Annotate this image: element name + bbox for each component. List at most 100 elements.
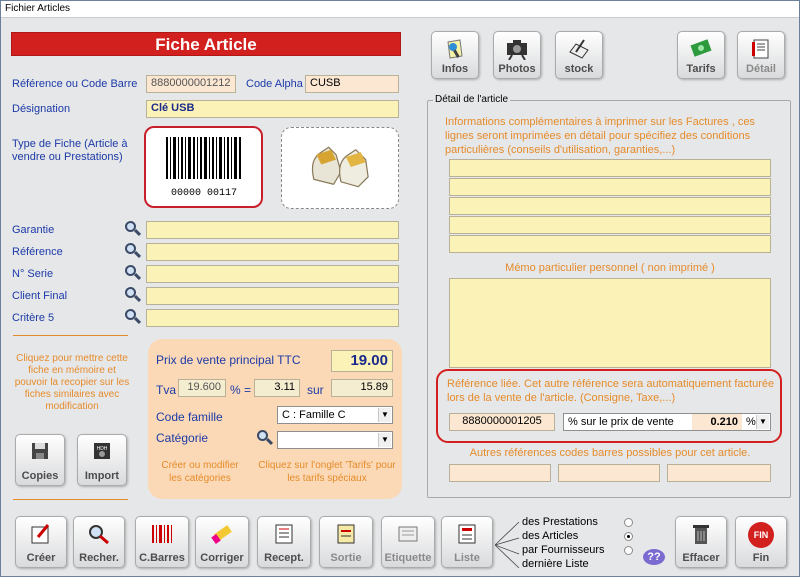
option-articles-radio[interactable] (624, 532, 633, 541)
chevron-down-icon[interactable]: ▼ (378, 433, 391, 447)
chevron-down-icon[interactable]: ▼ (756, 415, 769, 429)
fin-badge-text: FIN (753, 530, 769, 540)
fin-label: Fin (752, 552, 770, 564)
client-final-field[interactable] (146, 287, 399, 305)
tarifs-hint: Cliquez sur l'onglet 'Tarifs' pour les t… (258, 460, 396, 484)
other-barcodes-label: Autres références codes barres possibles… (469, 447, 751, 459)
create-icon (31, 524, 50, 544)
serie-field[interactable] (146, 265, 399, 283)
info-line-2[interactable] (449, 178, 771, 196)
label-icon (398, 526, 418, 542)
tarifs-label: Tarifs (686, 63, 716, 75)
linked-mode-select[interactable]: % sur le prix de vente 0.210 % ▼ (563, 413, 771, 431)
eraser-icon (211, 525, 232, 544)
price-value-field[interactable]: 19.00 (331, 350, 393, 372)
reference2-field[interactable] (146, 243, 399, 261)
corriger-button[interactable]: Corriger (195, 516, 249, 568)
help-icon[interactable]: ?? (643, 549, 665, 565)
recher-label: Recher. (79, 552, 119, 564)
categorie-label: Catégorie (156, 431, 209, 445)
other-barcode-3[interactable] (667, 464, 771, 482)
product-photo[interactable] (281, 127, 399, 209)
page-title-text: Fiche Article (155, 35, 257, 54)
import-button[interactable]: HDH Import (77, 434, 127, 486)
reception-icon (275, 524, 293, 544)
cbarres-button[interactable]: C.Barres (135, 516, 189, 568)
serie-label: N° Serie (12, 268, 54, 280)
garantie-label: Garantie (12, 224, 55, 236)
search-icon[interactable] (125, 265, 142, 281)
import-icon: HDH (94, 443, 110, 459)
search-icon[interactable] (125, 287, 142, 303)
search-icon[interactable] (125, 243, 142, 259)
search-icon (89, 525, 109, 545)
divider (13, 335, 128, 336)
other-barcode-1[interactable] (449, 464, 551, 482)
info-line-3[interactable] (449, 197, 771, 215)
recept-button[interactable]: Recept. (257, 516, 311, 568)
photos-button[interactable]: Photos (493, 31, 541, 79)
famille-select[interactable]: C : Famille C ▼ (277, 406, 393, 424)
sortie-label: Sortie (330, 552, 362, 564)
reference-label: Référence ou Code Barre (12, 78, 138, 90)
fin-button[interactable]: FIN Fin (735, 516, 787, 568)
reference-field[interactable]: 8880000001212 (146, 75, 236, 93)
search-icon[interactable] (257, 430, 274, 446)
tarifs-button[interactable]: Tarifs (677, 31, 725, 79)
option-prestations-label: des Prestations (522, 516, 598, 528)
creer-button[interactable]: Créer (15, 516, 67, 568)
liste-button[interactable]: Liste (441, 516, 493, 568)
ht-value-field[interactable]: 15.89 (331, 379, 393, 397)
tva-label: Tva (156, 383, 177, 397)
recher-button[interactable]: Recher. (73, 516, 125, 568)
exit-goods-icon (337, 524, 355, 544)
creer-label: Créer (26, 552, 56, 564)
client-final-label: Client Final (12, 290, 68, 302)
divider (13, 499, 128, 500)
barcode-icon (152, 525, 172, 543)
etiquette-button[interactable]: Etiquette (381, 516, 435, 568)
categorie-select[interactable]: ▼ (277, 431, 393, 449)
page-title: Fiche Article (11, 32, 401, 56)
info-line-1[interactable] (449, 159, 771, 177)
linked-value[interactable]: 0.210 (692, 414, 742, 430)
stock-button[interactable]: stock (555, 31, 603, 79)
info-line-4[interactable] (449, 216, 771, 234)
info-line-5[interactable] (449, 235, 771, 253)
famille-label: Code famille (156, 410, 223, 424)
barcode-type-selector[interactable]: 00000 00117 (144, 126, 263, 208)
effacer-button[interactable]: Effacer (675, 516, 727, 568)
option-fournisseurs-radio[interactable] (624, 546, 633, 555)
option-prestations-radio[interactable] (624, 518, 633, 527)
chevron-down-icon[interactable]: ▼ (378, 408, 391, 422)
code-alpha-label: Code Alpha (246, 78, 303, 90)
detail-button[interactable]: Détail (737, 31, 785, 79)
copies-button[interactable]: Copies (15, 434, 65, 486)
infos-icon (447, 39, 463, 59)
reference2-label: Référence (12, 246, 63, 258)
categories-hint[interactable]: Créer ou modifier les catégories (154, 459, 246, 485)
garantie-field[interactable] (146, 221, 399, 239)
other-barcode-2[interactable] (558, 464, 660, 482)
corriger-label: Corriger (200, 552, 244, 564)
critere5-field[interactable] (146, 309, 399, 327)
famille-select-value: C : Famille C (282, 409, 346, 421)
memo-title: Mémo particulier personnel ( non imprimé… (505, 262, 715, 274)
etiquette-label: Etiquette (384, 552, 432, 564)
linked-ref-field[interactable]: 8880000001205 (449, 413, 555, 431)
memo-textarea[interactable] (449, 278, 771, 368)
detail-group-label: Détail de l'article (433, 94, 511, 105)
tva-rate-field[interactable]: 19.600 (178, 379, 226, 397)
search-icon[interactable] (125, 309, 142, 325)
price-title: Prix de vente principal TTC (156, 353, 301, 367)
detail-label: Détail (746, 63, 776, 75)
code-alpha-field[interactable]: CUSB (305, 75, 399, 93)
linked-mode-text: % sur le prix de vente (568, 416, 674, 428)
option-derniere-label: dernière Liste (522, 558, 589, 570)
application-window: Fichier Articles Fiche Article Infos Pho… (0, 0, 800, 577)
search-icon[interactable] (125, 221, 142, 237)
infos-button[interactable]: Infos (431, 31, 479, 79)
tva-amount-field[interactable]: 3.11 (254, 379, 300, 397)
designation-field[interactable]: Clé USB (146, 100, 399, 118)
sortie-button[interactable]: Sortie (319, 516, 373, 568)
